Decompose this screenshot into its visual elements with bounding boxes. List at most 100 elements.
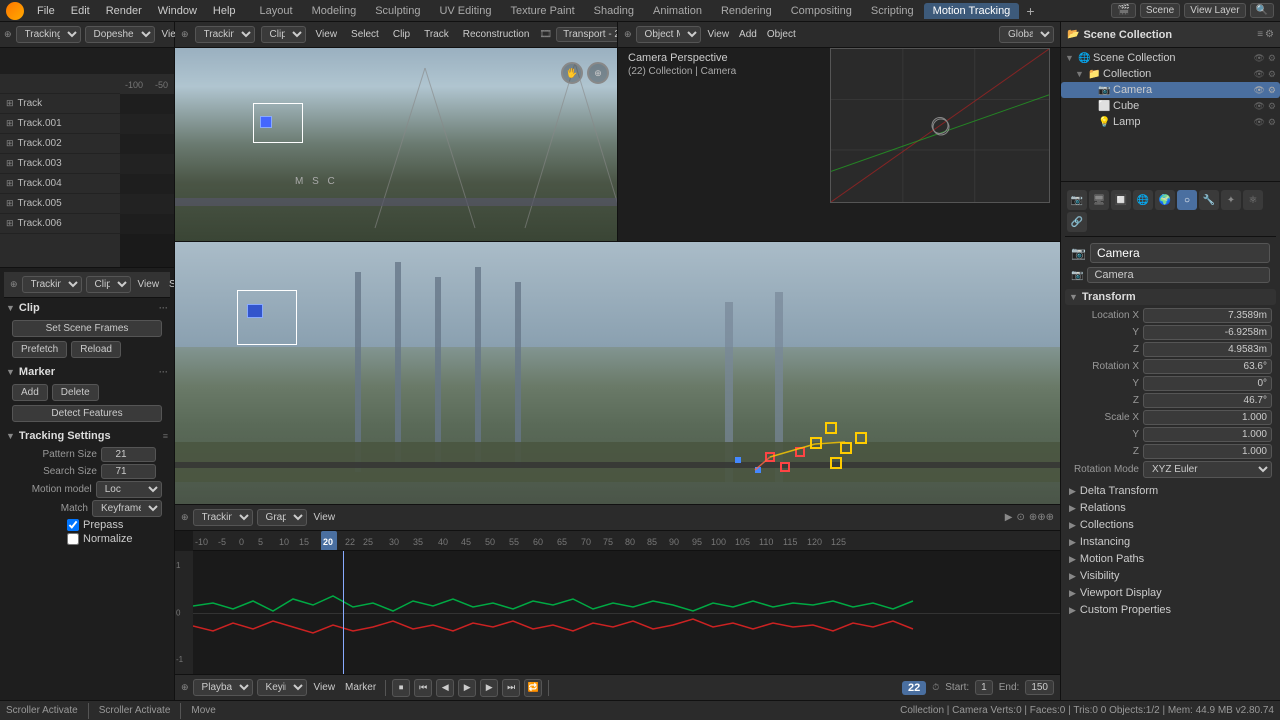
tab-uv-editing[interactable]: UV Editing [430, 3, 500, 19]
lamp-settings-icon[interactable]: ⚙ [1268, 117, 1276, 128]
prop-icon-object[interactable]: ○ [1177, 190, 1197, 210]
instancing-header[interactable]: ▶ Instancing [1065, 534, 1276, 550]
video-area[interactable]: M S C 🖐 ⊕ [175, 48, 617, 241]
tab-compositing[interactable]: Compositing [782, 3, 861, 19]
main-marker-b2[interactable] [735, 457, 741, 463]
clip-viewer-type-select[interactable]: Clip [261, 26, 306, 43]
playback-view-menu[interactable]: View [311, 681, 339, 694]
jump-end-btn[interactable]: ⏭ [502, 679, 520, 697]
current-frame-display[interactable]: 22 [902, 681, 926, 695]
prefetch-btn[interactable]: Prefetch [12, 341, 67, 358]
cube-tree-item[interactable]: ⬜ Cube 👁 ⚙ [1061, 98, 1280, 114]
scale-x-value[interactable]: 1.000 [1143, 410, 1272, 425]
main-marker-y3[interactable] [840, 442, 852, 454]
camera-settings-icon[interactable]: ⚙ [1268, 85, 1276, 96]
main-marker-r3[interactable] [795, 447, 805, 457]
tab-texture-paint[interactable]: Texture Paint [501, 3, 583, 19]
add-marker-btn[interactable]: Add [12, 384, 48, 401]
view-layer-selector[interactable]: View Layer [1184, 3, 1245, 18]
keyframe-area[interactable]: -100 -50 0 50 100 150 22 [120, 74, 174, 267]
location-z-value[interactable]: 4.9583m [1143, 342, 1272, 357]
prop-icon-physics[interactable]: ⚛ [1243, 190, 1263, 210]
search-button[interactable]: 🔍 [1250, 3, 1274, 18]
visibility-header[interactable]: ▶ Visibility [1065, 568, 1276, 584]
location-y-value[interactable]: -6.9258m [1143, 325, 1272, 340]
main-marker-y2[interactable] [825, 422, 837, 434]
tab-modeling[interactable]: Modeling [303, 3, 366, 19]
tab-animation[interactable]: Animation [644, 3, 711, 19]
menu-window[interactable]: Window [151, 3, 204, 19]
delta-transform-header[interactable]: ▶ Delta Transform [1065, 483, 1276, 499]
graph-controls-icon[interactable]: ⊙ [1016, 512, 1024, 523]
main-marker-y1[interactable] [810, 437, 822, 449]
tab-add[interactable]: + [1020, 3, 1040, 19]
prop-icon-constraints[interactable]: 🔗 [1067, 212, 1087, 232]
camera-tree-item[interactable]: 📷 Camera 👁 ⚙ [1061, 82, 1280, 98]
menu-file[interactable]: File [30, 3, 62, 19]
camera-add-btn[interactable]: Add [736, 28, 760, 41]
viewport-display-header[interactable]: ▶ Viewport Display [1065, 585, 1276, 601]
prop-icon-render[interactable]: 📷 [1067, 190, 1087, 210]
graph-more-icon[interactable]: ⊕⊕⊕ [1029, 512, 1054, 523]
prop-icon-scene[interactable]: 🌐 [1133, 190, 1153, 210]
graph-tracking-select[interactable]: Tracking [193, 509, 253, 526]
status-left[interactable]: Scroller Activate [6, 705, 78, 716]
graph-canvas[interactable]: -10 -5 0 5 10 15 20 22 25 30 3 [175, 531, 1060, 674]
collection-eye-icon[interactable]: 👁 [1253, 69, 1264, 80]
clip-menu[interactable]: Clip [389, 28, 414, 41]
marker-section-options[interactable]: ··· [159, 367, 168, 377]
collection-item[interactable]: ▼ 📁 Collection 👁 ⚙ [1061, 66, 1280, 82]
step-back-btn[interactable]: ◀ [436, 679, 454, 697]
prepass-checkbox[interactable] [67, 519, 79, 531]
keying-select[interactable]: Keying [257, 679, 307, 696]
tab-scripting[interactable]: Scripting [862, 3, 923, 19]
prop-icon-view-layer[interactable]: 🔲 [1111, 190, 1131, 210]
camera-eye-icon[interactable]: 👁 [1253, 85, 1264, 96]
menu-help[interactable]: Help [206, 3, 243, 19]
rotation-mode-select[interactable]: XYZ Euler [1143, 461, 1272, 478]
tracking-settings-options[interactable]: ≡ [163, 431, 168, 441]
loop-btn[interactable]: 🔁 [524, 679, 542, 697]
clip-tracking-select[interactable]: Tracking [22, 276, 82, 293]
rotation-y-value[interactable]: 0° [1143, 376, 1272, 391]
tab-shading[interactable]: Shading [585, 3, 643, 19]
collection-settings-icon[interactable]: ⚙ [1268, 69, 1276, 80]
step-forward-btn[interactable]: ▶ [480, 679, 498, 697]
prop-icon-modifier[interactable]: 🔧 [1199, 190, 1219, 210]
detect-features-btn[interactable]: Detect Features [12, 405, 162, 422]
match-select[interactable]: Keyframe [92, 500, 162, 517]
graph-view-menu[interactable]: View [311, 511, 339, 524]
track-item[interactable]: ⊞ Track.004 [0, 174, 120, 194]
graph-type-select[interactable]: Graph [257, 509, 307, 526]
clip-ctrl-1[interactable]: 🖐 [561, 62, 583, 84]
main-marker-y5[interactable] [855, 432, 867, 444]
tab-motion-tracking[interactable]: Motion Tracking [924, 3, 1020, 19]
normalize-checkbox[interactable] [67, 533, 79, 545]
camera-object-btn[interactable]: Object [764, 28, 799, 41]
clip-section-options[interactable]: ··· [159, 303, 168, 313]
status-center[interactable]: Scroller Activate [99, 705, 171, 716]
track-menu[interactable]: Track [420, 28, 453, 41]
track-item[interactable]: ⊞ Track.005 [0, 194, 120, 214]
graph-play-icon[interactable]: ▶ [1005, 512, 1013, 523]
camera-view-select[interactable]: Object Mode [636, 26, 701, 43]
location-x-value[interactable]: 7.3589m [1143, 308, 1272, 323]
main-active-marker[interactable] [247, 304, 263, 318]
track-item[interactable]: ⊞ Track [0, 94, 120, 114]
scene-selector[interactable]: Scene [1140, 3, 1180, 18]
jump-start-btn[interactable]: ⏮ [414, 679, 432, 697]
view-menu[interactable]: View [312, 28, 342, 41]
playback-select[interactable]: Playback [193, 679, 253, 696]
scale-y-value[interactable]: 1.000 [1143, 427, 1272, 442]
pattern-size-input[interactable] [101, 447, 156, 462]
lamp-tree-item[interactable]: 💡 Lamp 👁 ⚙ [1061, 114, 1280, 130]
reload-btn[interactable]: Reload [71, 341, 121, 358]
clip-select-menu[interactable]: Select [166, 278, 174, 291]
play-btn[interactable]: ▶ [458, 679, 476, 697]
track-item[interactable]: ⊞ Track.006 [0, 214, 120, 234]
tab-rendering[interactable]: Rendering [712, 3, 781, 19]
scale-z-value[interactable]: 1.000 [1143, 444, 1272, 459]
cube-eye-icon[interactable]: 👁 [1253, 101, 1264, 112]
clip-ctrl-2[interactable]: ⊕ [587, 62, 609, 84]
engine-select[interactable]: 🎬 [1111, 3, 1135, 18]
